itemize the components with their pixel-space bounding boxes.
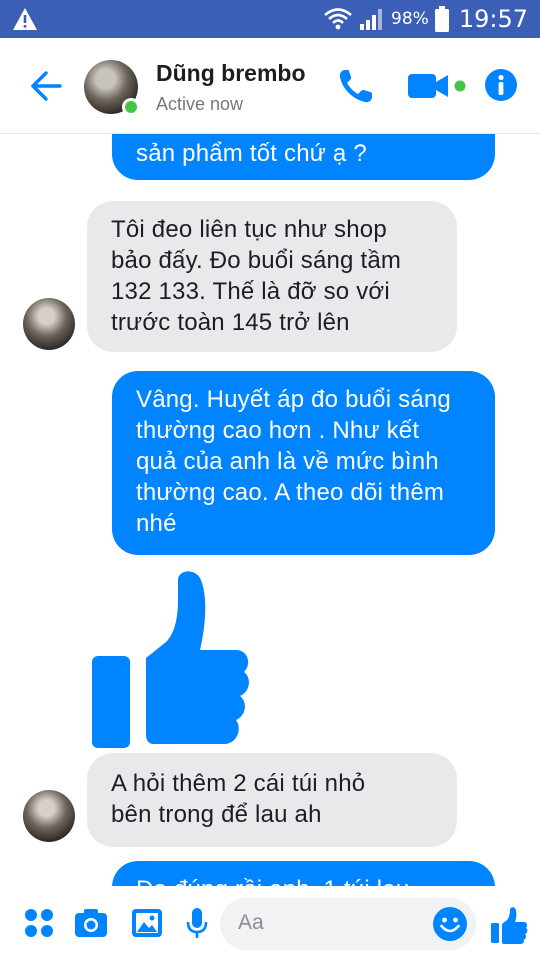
battery-percent: 98% <box>391 9 429 29</box>
message-composer <box>0 888 540 960</box>
apps-icon[interactable] <box>22 906 56 940</box>
emoji-icon[interactable] <box>432 906 468 942</box>
contact-avatar-small[interactable] <box>23 790 75 842</box>
like-icon[interactable] <box>490 906 528 944</box>
message-line: A hỏi thêm 2 cái túi nhỏ <box>111 770 366 797</box>
message-line: bảo đấy. Đo buổi sáng tầm <box>111 247 402 274</box>
message-line: thường cao. A theo dõi thêm <box>136 479 445 506</box>
message-line: 132 133. Thế là đỡ so với <box>111 278 390 305</box>
signal-icon <box>360 9 383 30</box>
message-line: nhé <box>136 510 177 537</box>
message-line: bên trong để lau ah <box>111 801 322 828</box>
contact-status: Active now <box>156 94 244 114</box>
contact-name[interactable]: Dũng brembo <box>156 60 306 87</box>
info-icon[interactable] <box>484 68 518 102</box>
active-status-dot <box>122 98 140 116</box>
video-camera-icon[interactable] <box>406 68 472 104</box>
message-text: sản phẩm tốt chứ ạ ? <box>136 140 367 167</box>
microphone-icon[interactable] <box>180 906 214 940</box>
message-bubble-incoming[interactable]: Tôi đeo liên tục như shop bảo đấy. Đo bu… <box>87 201 457 352</box>
message-line: thường cao hơn . Như kết <box>136 417 420 444</box>
message-line: trước toàn 145 trở lên <box>111 309 350 336</box>
status-bar: 98% 19:57 <box>0 0 540 38</box>
message-bubble-incoming[interactable]: A hỏi thêm 2 cái túi nhỏ bên trong để la… <box>87 753 457 847</box>
message-line: Tôi đeo liên tục như shop <box>111 216 387 243</box>
thumbs-up-icon[interactable] <box>90 568 250 750</box>
message-input-field[interactable] <box>220 898 476 950</box>
message-line: quả của anh là về mức bình <box>136 448 439 475</box>
message-bubble-outgoing[interactable]: Dạ đúng rồi anh. 1 túi lau <box>112 861 495 886</box>
contact-avatar-small[interactable] <box>23 298 75 350</box>
phone-icon[interactable] <box>336 66 376 106</box>
clock: 19:57 <box>458 5 528 33</box>
back-arrow-icon[interactable] <box>28 68 64 104</box>
message-line: Vâng. Huyết áp đo buổi sáng <box>136 386 451 413</box>
message-input[interactable] <box>238 911 418 935</box>
gallery-icon[interactable] <box>130 906 164 940</box>
message-bubble-outgoing[interactable]: sản phẩm tốt chứ ạ ? <box>112 134 495 180</box>
warning-icon <box>13 8 37 30</box>
conversation-header: Dũng brembo Active now <box>0 38 540 134</box>
battery-icon <box>434 6 449 32</box>
message-text: Dạ đúng rồi anh. 1 túi lau <box>136 876 409 886</box>
message-list[interactable]: sản phẩm tốt chứ ạ ? Tôi đeo liên tục nh… <box>0 134 540 886</box>
camera-icon[interactable] <box>74 906 108 940</box>
wifi-icon <box>324 8 352 30</box>
contact-avatar[interactable] <box>84 60 140 116</box>
message-bubble-outgoing[interactable]: Vâng. Huyết áp đo buổi sáng thường cao h… <box>112 371 495 555</box>
